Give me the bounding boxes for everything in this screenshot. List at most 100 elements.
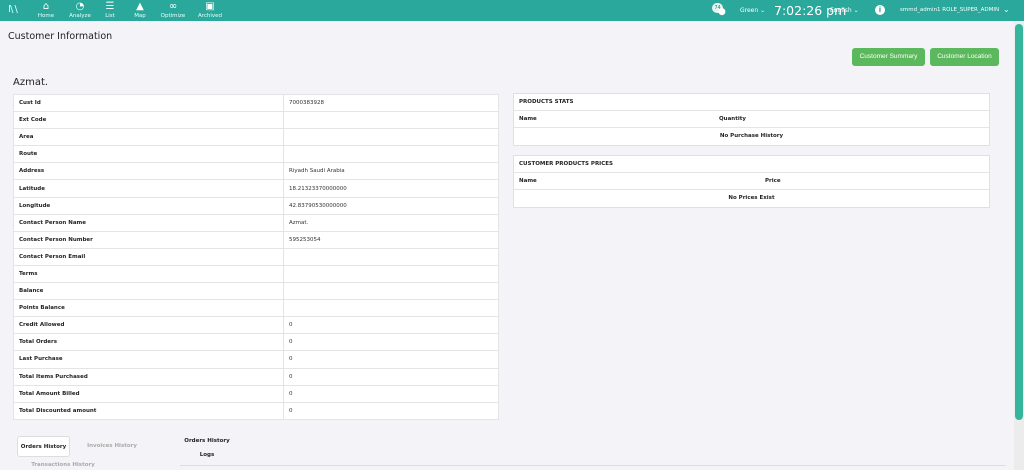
products-stats-title: PRODUCTS STATS xyxy=(514,94,989,111)
detail-key: Contact Person Email xyxy=(13,247,284,266)
divider xyxy=(180,465,1006,466)
detail-value xyxy=(283,282,499,301)
detail-key: Total Items Purchased xyxy=(13,367,284,386)
archive-icon: ▣ xyxy=(205,1,215,12)
column-header-name: Name xyxy=(519,116,537,122)
detail-row: Total Items Purchased 0 xyxy=(13,367,499,386)
detail-row: Credit Allowed 0 xyxy=(13,316,499,335)
detail-value xyxy=(283,247,499,266)
detail-value: Azmat. xyxy=(283,213,499,232)
page-title: Customer Information xyxy=(8,31,113,42)
language-selector[interactable]: English ⌄ xyxy=(830,7,859,14)
customer-summary-button[interactable]: Customer Summary xyxy=(852,48,925,66)
detail-key: Total Orders xyxy=(13,333,284,352)
nav-home[interactable]: ⌂ Home xyxy=(30,1,62,20)
theme-selector[interactable]: Green ⌄ xyxy=(740,7,765,14)
detail-row: Total Orders 0 xyxy=(13,333,499,352)
column-header-name: Name xyxy=(519,178,537,184)
detail-value: 595253054 xyxy=(283,230,499,249)
detail-value xyxy=(283,299,499,318)
detail-row: Last Purchase 0 xyxy=(13,350,499,369)
detail-row: Address Riyadh Saudi Arabia xyxy=(13,162,499,181)
nav-archived[interactable]: ▣ Archived xyxy=(194,1,226,20)
detail-row: Area xyxy=(13,128,499,147)
user-menu[interactable]: smmd_admin1 ROLE_SUPER_ADMIN xyxy=(900,7,999,13)
detail-key: Last Purchase xyxy=(13,350,284,369)
top-nav-bar: I\ \ ⌂ Home ◔ Analyze ☰ List ▲ Map ∞ Opt… xyxy=(0,0,1024,21)
bell-icon: ● xyxy=(718,7,726,17)
nav-analyze[interactable]: ◔ Analyze xyxy=(64,1,96,20)
empty-state: No Purchase History xyxy=(719,133,784,139)
customer-location-button[interactable]: Customer Location xyxy=(930,48,999,66)
detail-value: Riyadh Saudi Arabia xyxy=(283,162,499,181)
detail-row: Terms xyxy=(13,264,499,284)
detail-row: Contact Person Name Azmat. xyxy=(13,213,499,232)
products-stats-panel: PRODUCTS STATS Name Quantity No Purchase… xyxy=(513,93,990,146)
list-icon: ☰ xyxy=(105,1,115,12)
detail-row: Balance xyxy=(13,282,499,301)
detail-key: Address xyxy=(13,162,284,181)
nav-list-label: List xyxy=(105,13,115,19)
detail-value: 0 xyxy=(283,350,499,369)
nav-analyze-label: Analyze xyxy=(69,13,91,19)
nav-map[interactable]: ▲ Map xyxy=(124,1,156,20)
detail-key: Contact Person Name xyxy=(13,213,284,232)
detail-value: 7000383928 xyxy=(283,93,499,113)
tab-transactions-history[interactable]: Transactions History xyxy=(23,460,103,470)
customer-prices-title: CUSTOMER PRODUCTS PRICES xyxy=(514,156,989,173)
customer-name: Azmat. xyxy=(13,77,49,88)
products-stats-header: Name Quantity xyxy=(514,111,989,128)
customer-prices-panel: CUSTOMER PRODUCTS PRICES Name Price No P… xyxy=(513,155,990,208)
detail-key: Points Balance xyxy=(13,299,284,318)
chevron-down-icon: ⌄ xyxy=(851,7,859,14)
scrollbar-thumb[interactable] xyxy=(1015,24,1023,420)
nav-optimize[interactable]: ∞ Optimize xyxy=(157,1,189,20)
detail-row: Longitude 42.83790530000000 xyxy=(13,196,499,215)
pie-chart-icon: ◔ xyxy=(75,1,85,12)
detail-row: Latitude 18.21323370000000 xyxy=(13,179,499,198)
detail-key: Total Discounted amount xyxy=(13,401,284,420)
chevron-down-icon[interactable]: ⌄ xyxy=(1003,5,1010,14)
optimize-icon: ∞ xyxy=(168,1,178,12)
detail-value: 18.21323370000000 xyxy=(283,179,499,198)
home-icon: ⌂ xyxy=(42,1,50,12)
detail-key: Credit Allowed xyxy=(13,316,284,335)
detail-row: Contact Person Number 595253054 xyxy=(13,230,499,249)
language-label: English xyxy=(830,7,852,14)
customer-details-table: Cust Id 7000383928 Ext Code Area Route Addres… xyxy=(13,93,499,420)
detail-key: Total Amount Billed xyxy=(13,384,284,403)
tab-orders-history[interactable]: Orders History xyxy=(17,436,70,457)
column-header-quantity: Quantity xyxy=(719,116,746,122)
detail-key: Latitude xyxy=(13,179,284,198)
detail-row: Points Balance xyxy=(13,299,499,318)
empty-state: No Prices Exist xyxy=(728,195,775,201)
detail-value: 42.83790530000000 xyxy=(283,196,499,215)
detail-value: 0 xyxy=(283,401,499,420)
detail-key: Contact Person Number xyxy=(13,230,284,249)
detail-key: Route xyxy=(13,145,284,164)
nav-archived-label: Archived xyxy=(197,13,223,19)
nav-home-label: Home xyxy=(37,13,55,19)
detail-value: 0 xyxy=(283,384,499,403)
map-icon: ▲ xyxy=(136,1,144,12)
customer-prices-header: Name Price xyxy=(514,173,989,190)
detail-value: 0 xyxy=(283,316,499,335)
info-icon[interactable]: i xyxy=(875,5,885,15)
tab-invoices-history[interactable]: Invoices History xyxy=(77,436,147,457)
detail-key: Ext Code xyxy=(13,111,284,130)
tab-orders-history-logs[interactable]: Orders History Logs xyxy=(179,434,235,458)
detail-value xyxy=(283,145,499,164)
theme-label: Green xyxy=(740,7,759,14)
detail-value xyxy=(283,264,499,284)
detail-key: Balance xyxy=(13,282,284,301)
detail-row: Total Amount Billed 0 xyxy=(13,384,499,403)
detail-value: 0 xyxy=(283,333,499,352)
column-header-price: Price xyxy=(765,178,781,184)
detail-value xyxy=(283,128,499,147)
nav-list[interactable]: ☰ List xyxy=(94,1,126,20)
app-logo[interactable]: I\ \ xyxy=(8,4,18,15)
detail-key: Area xyxy=(13,128,284,147)
notifications-button[interactable]: 74 ● xyxy=(712,3,728,17)
detail-row: Cust Id 7000383928 xyxy=(13,93,499,113)
detail-row: Contact Person Email xyxy=(13,247,499,266)
